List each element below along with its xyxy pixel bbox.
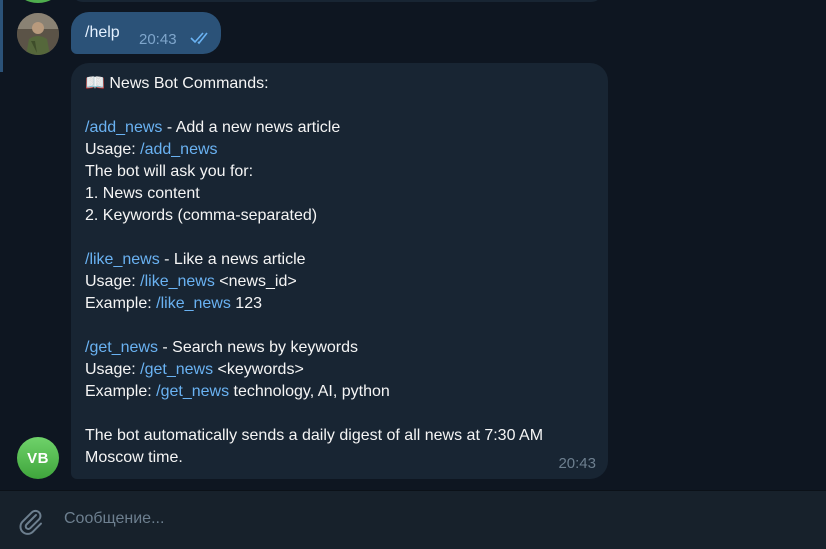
- double-check-icon: [190, 31, 212, 50]
- like-news-command-link[interactable]: /like_news: [85, 251, 160, 268]
- step-2: 2. Keywords (comma-separated): [85, 207, 318, 224]
- chat-area[interactable]: /help 20:43 📖 News Bot Commands: /add_ne…: [0, 0, 826, 490]
- user-photo-icon: [17, 13, 59, 55]
- step-1: 1. News content: [85, 185, 200, 202]
- ask-line: The bot will ask you for:: [85, 163, 254, 180]
- avatar-partial: [17, 0, 59, 3]
- message-input[interactable]: [64, 506, 764, 532]
- user-avatar[interactable]: [17, 13, 59, 55]
- outgoing-message-text: /help: [85, 24, 120, 41]
- like-news-description: - Like a news article: [159, 251, 306, 268]
- like-news-example-link[interactable]: /like_news: [156, 295, 231, 312]
- like-news-example-args: 123: [230, 295, 262, 312]
- add-news-command-link[interactable]: /add_news: [85, 119, 162, 136]
- previous-message-edge: [71, 0, 603, 2]
- bot-avatar-initials: VB: [27, 449, 49, 467]
- outgoing-message-bubble[interactable]: /help 20:43: [71, 12, 221, 54]
- incoming-message-bubble[interactable]: 📖 News Bot Commands: /add_news - Add a n…: [71, 63, 608, 479]
- example-label: Example:: [85, 295, 157, 312]
- get-news-description: - Search news by keywords: [157, 339, 359, 356]
- usage-label: Usage:: [85, 273, 141, 290]
- add-news-usage-link[interactable]: /add_news: [140, 141, 217, 158]
- example-label: Example:: [85, 383, 157, 400]
- get-news-example-link[interactable]: /get_news: [156, 383, 229, 400]
- outgoing-message-time: 20:43: [139, 31, 177, 48]
- usage-label: Usage:: [85, 361, 141, 378]
- incoming-message-time: 20:43: [558, 455, 596, 472]
- add-news-description: - Add a new news article: [162, 119, 341, 136]
- incoming-message-text: 📖 News Bot Commands: /add_news - Add a n…: [85, 73, 595, 469]
- footer-line-2: Moscow time.: [85, 449, 183, 466]
- selection-strip: [0, 0, 3, 72]
- bot-avatar[interactable]: VB: [17, 437, 59, 479]
- usage-label: Usage:: [85, 141, 141, 158]
- paperclip-icon[interactable]: [15, 506, 45, 536]
- get-news-usage-link[interactable]: /get_news: [140, 361, 213, 378]
- message-header: 📖 News Bot Commands:: [85, 75, 269, 92]
- get-news-example-args: technology, AI, python: [229, 383, 390, 400]
- footer-line-1: The bot automatically sends a daily dige…: [85, 427, 544, 444]
- get-news-usage-args: <keywords>: [213, 361, 304, 378]
- like-news-usage-link[interactable]: /like_news: [140, 273, 215, 290]
- get-news-command-link[interactable]: /get_news: [85, 339, 158, 356]
- like-news-usage-args: <news_id>: [214, 273, 297, 290]
